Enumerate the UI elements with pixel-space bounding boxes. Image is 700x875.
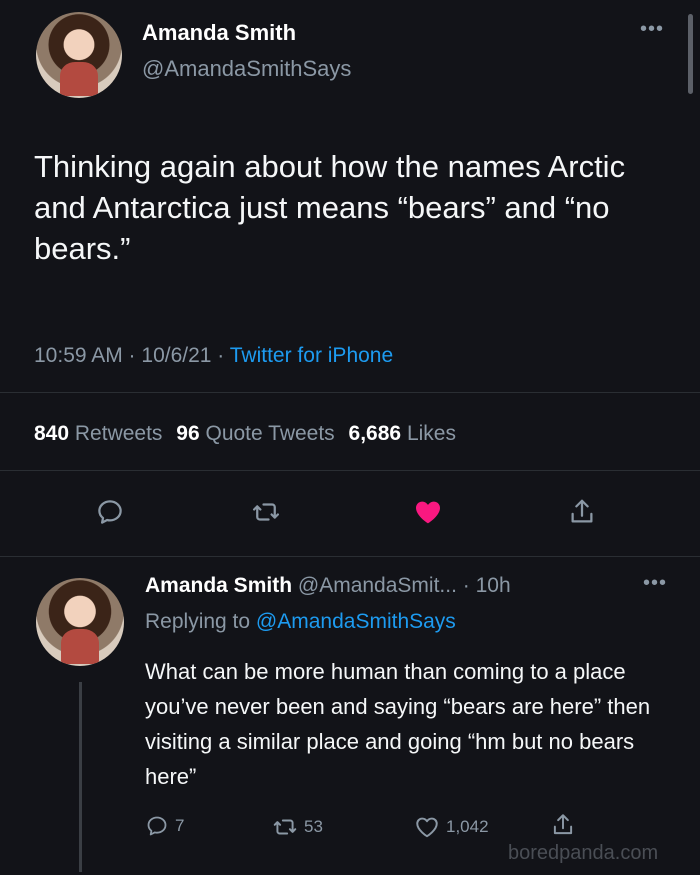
share-icon	[571, 499, 593, 523]
retweet-count: 53	[304, 817, 323, 836]
tweet-source-link[interactable]: Twitter for iPhone	[230, 344, 393, 367]
likes-count: 6,686	[348, 422, 402, 445]
quotes-label: Quote Tweets	[205, 422, 335, 445]
reply-author-handle[interactable]: @AmandaSmit...	[298, 574, 457, 597]
retweets-label: Retweets	[74, 422, 163, 445]
thread-line	[79, 682, 82, 872]
reply-reply-button[interactable]: 7	[145, 814, 184, 838]
reply-count: 7	[175, 816, 185, 835]
heart-icon	[416, 501, 440, 524]
like-count: 1,042	[446, 817, 489, 836]
retweets-count: 840	[34, 422, 70, 445]
divider	[0, 392, 700, 393]
replying-to-handle[interactable]: @AmandaSmithSays	[256, 610, 456, 633]
retweet-button[interactable]	[246, 492, 286, 532]
retweets-stat[interactable]: 840 Retweets	[34, 422, 162, 445]
retweet-icon	[253, 503, 279, 521]
likes-label: Likes	[406, 422, 456, 445]
replying-prefix: Replying to	[145, 610, 256, 633]
reply-author-name[interactable]: Amanda Smith	[145, 574, 292, 597]
author-name[interactable]: Amanda Smith	[142, 20, 296, 46]
reply-header: Amanda Smith @AmandaSmit... · 10h	[145, 574, 511, 598]
share-icon	[553, 814, 573, 835]
more-options-button[interactable]: •••	[640, 18, 664, 41]
reply-icon	[98, 500, 122, 524]
reply-author-avatar[interactable]	[36, 578, 124, 666]
reply-like-button[interactable]: 1,042	[414, 814, 489, 840]
tweet-text: Thinking again about how the names Arcti…	[34, 149, 626, 266]
author-avatar[interactable]	[36, 12, 122, 98]
divider	[0, 470, 700, 471]
author-handle[interactable]: @AmandaSmithSays	[142, 56, 351, 82]
heart-outline-icon	[416, 817, 438, 838]
reply-icon	[147, 816, 167, 836]
scrollbar[interactable]	[688, 14, 693, 94]
replying-to: Replying to @AmandaSmithSays	[145, 610, 456, 634]
tweet-meta: 10:59 AM · 10/6/21 · Twitter for iPhone	[34, 344, 393, 368]
like-button[interactable]	[408, 492, 448, 532]
reply-share-button[interactable]	[550, 812, 576, 838]
reply-more-options-button[interactable]: •••	[643, 572, 667, 595]
reply-retweet-button[interactable]: 53	[272, 814, 323, 840]
tweet-timestamp[interactable]: 10:59 AM · 10/6/21 ·	[34, 344, 230, 367]
watermark: boredpanda.com	[508, 842, 659, 864]
divider	[0, 556, 700, 557]
reply-button[interactable]	[90, 492, 130, 532]
quotes-stat[interactable]: 96 Quote Tweets	[176, 422, 334, 445]
retweet-icon	[273, 819, 297, 835]
reply-timestamp[interactable]: · 10h	[463, 574, 511, 597]
tweet-stats: 840 Retweets 96 Quote Tweets 6,686 Likes	[34, 422, 456, 446]
share-button[interactable]	[562, 492, 602, 532]
likes-stat[interactable]: 6,686 Likes	[349, 422, 456, 445]
quotes-count: 96	[176, 422, 200, 445]
reply-text: What can be more human than coming to a …	[145, 659, 651, 789]
